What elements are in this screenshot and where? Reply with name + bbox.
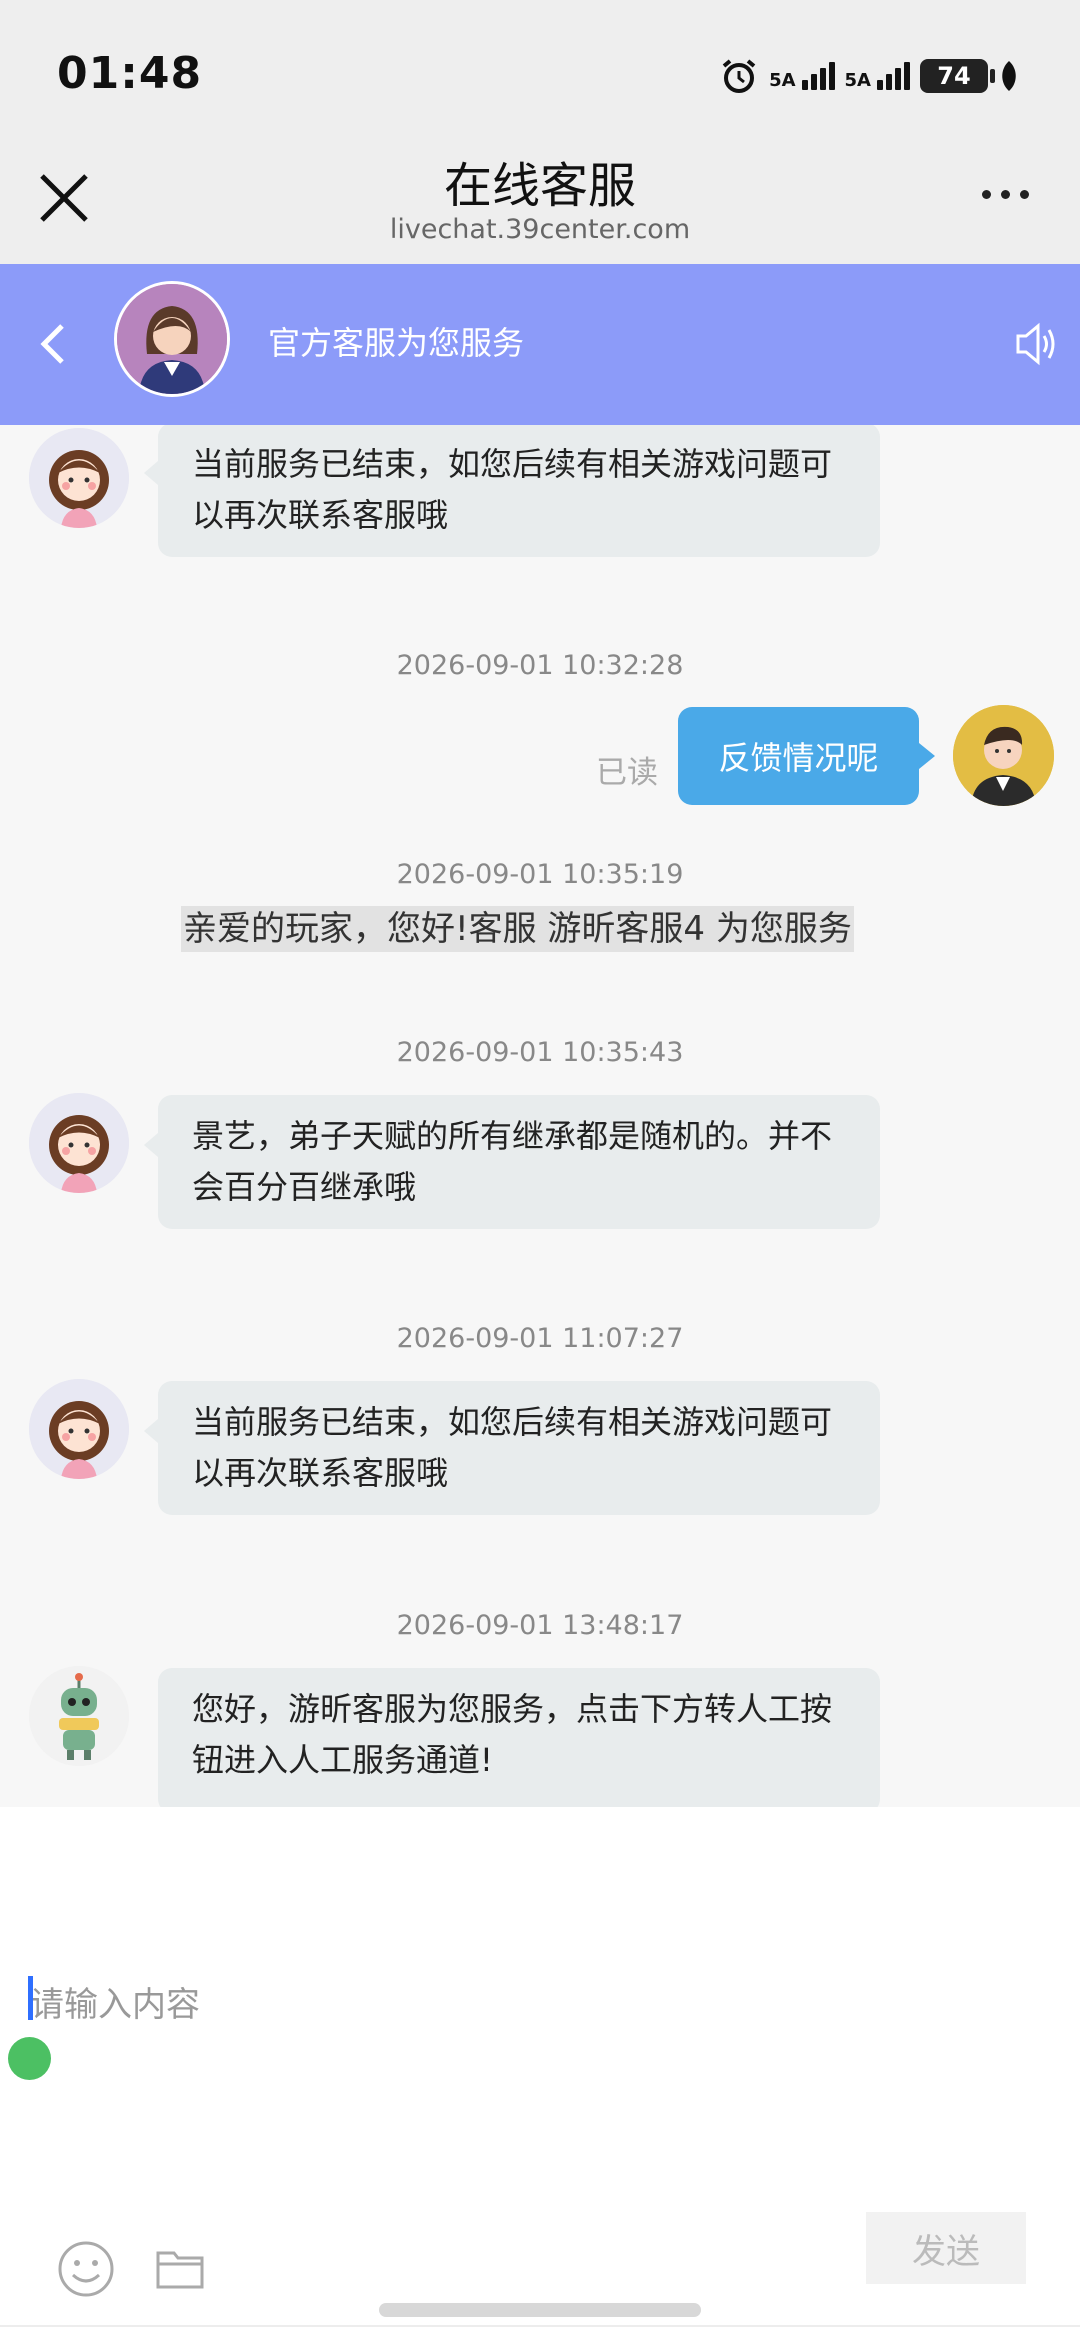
agent-message[interactable]: 当前服务已结束，如您后续有相关游戏问题可以再次联系客服哦: [144, 425, 880, 557]
status-bar: 01:48 5A 5A 74: [0, 0, 1080, 140]
folder-icon[interactable]: [154, 2243, 206, 2295]
page-url: livechat.39center.com: [389, 214, 691, 245]
signal-1: 5A: [769, 62, 835, 91]
agent-message[interactable]: 景艺，弟子天赋的所有继承都是随机的。并不会百分百继承哦: [144, 1095, 880, 1229]
read-status: 已读: [596, 755, 658, 791]
send-button[interactable]: 发送: [866, 2212, 1026, 2284]
divider: [0, 2325, 1080, 2327]
timestamp: 2026-09-01 10:32:28: [396, 650, 684, 681]
agent-message[interactable]: 当前服务已结束，如您后续有相关游戏问题可以再次联系客服哦: [144, 1381, 880, 1515]
status-dot: [8, 2037, 51, 2080]
user-message[interactable]: 反馈情况呢: [678, 707, 935, 805]
signal-2-label: 5A: [844, 70, 871, 91]
signal-2: 5A: [845, 62, 910, 90]
agent-avatar: [29, 428, 129, 528]
agent-avatar: [114, 281, 230, 397]
signal-bars-icon: [801, 62, 835, 90]
service-label: 官方客服为您服务: [268, 324, 525, 362]
browser-titlebar: 在线客服 livechat.39center.com: [0, 140, 1080, 264]
signal-1-label: 5A: [769, 70, 796, 91]
more-icon[interactable]: [982, 184, 1042, 204]
page-title: 在线客服: [443, 158, 636, 214]
speaker-icon[interactable]: [1014, 316, 1058, 372]
agent-avatar: [29, 1379, 129, 1479]
signal-bars-icon: [877, 62, 910, 90]
agent-avatar: [29, 1093, 129, 1193]
battery-level: 74: [937, 62, 971, 90]
status-icons: 5A 5A 74: [719, 56, 1020, 96]
robot-message[interactable]: 您好，游昕客服为您服务，点击下方转人工按钮进入人工服务通道!: [158, 1668, 880, 1807]
timestamp: 2026-09-01 11:07:27: [396, 1323, 684, 1354]
chat-header: 官方客服为您服务: [0, 264, 1080, 425]
timestamp: 2026-09-01 13:48:17: [396, 1610, 684, 1641]
emoji-icon[interactable]: [56, 2239, 116, 2299]
text-cursor: [28, 1976, 33, 2020]
alarm-icon: [722, 59, 756, 93]
battery-icon: 74: [920, 59, 995, 93]
home-indicator[interactable]: [379, 2303, 701, 2317]
message-list[interactable]: 当前服务已结束，如您后续有相关游戏问题可以再次联系客服哦 2026-09-01 …: [0, 425, 1080, 1807]
input-area: 请输入内容 发送: [0, 1807, 1080, 2337]
timestamp: 2026-09-01 10:35:19: [396, 859, 684, 890]
user-avatar: [953, 705, 1054, 806]
status-time: 01:48: [57, 48, 203, 99]
robot-avatar: [29, 1666, 129, 1766]
back-icon[interactable]: [34, 318, 70, 370]
system-message: 亲爱的玩家，您好!客服 游昕客服4 为您服务: [181, 906, 854, 952]
timestamp: 2026-09-01 10:35:43: [396, 1037, 684, 1068]
leaf-icon: [1002, 61, 1016, 91]
message-input[interactable]: 请输入内容: [30, 1977, 200, 2026]
